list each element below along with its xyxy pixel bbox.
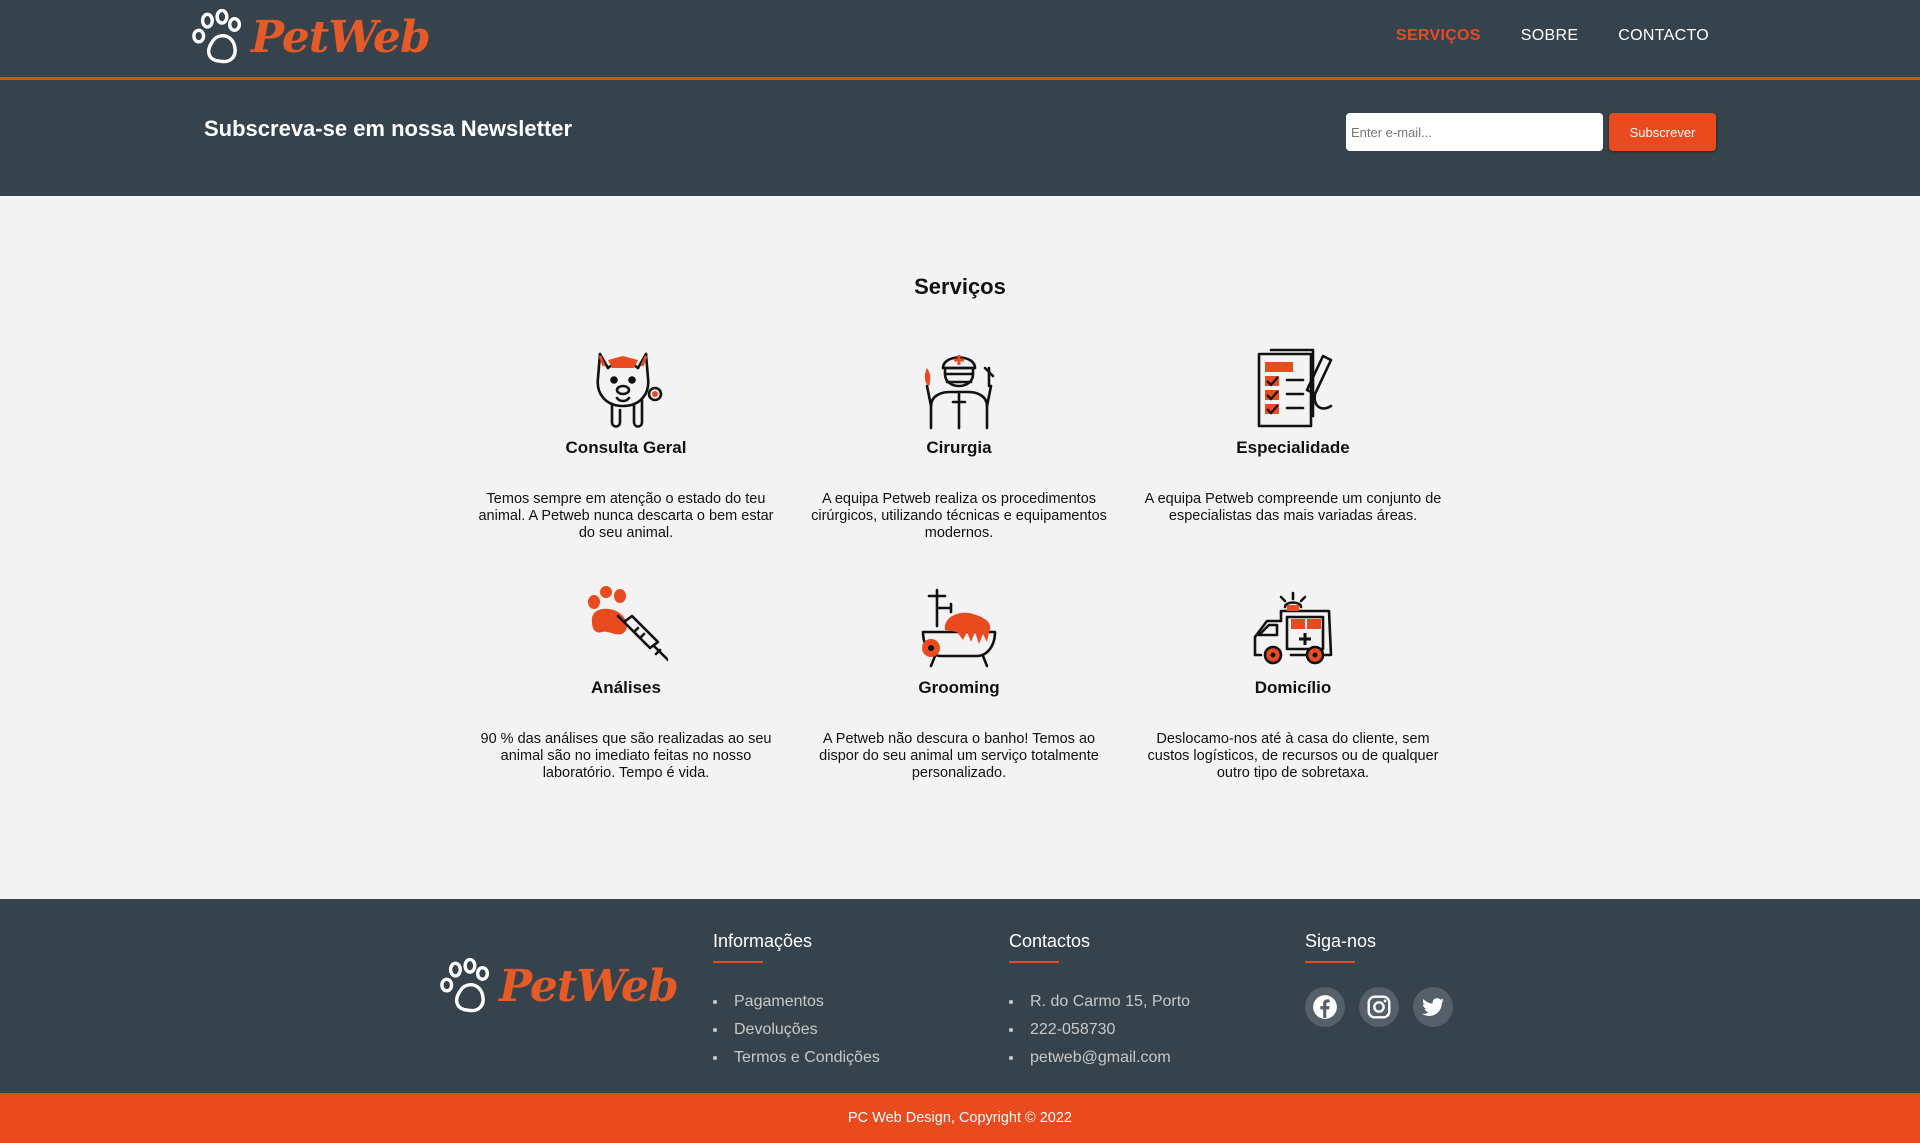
title-underline <box>713 961 763 963</box>
instagram-icon <box>1367 995 1391 1019</box>
service-description: A equipa Petweb realiza os procedimentos… <box>811 491 1107 541</box>
facebook-link[interactable] <box>1305 987 1345 1027</box>
title-underline <box>1009 961 1059 963</box>
footer-logo[interactable]: PetWeb <box>439 958 679 1016</box>
ambulance-icon <box>1253 591 1333 665</box>
nav-sobre[interactable]: SOBRE <box>1521 27 1579 45</box>
social-links <box>1305 987 1453 1027</box>
contact-phone: 222-058730 <box>1009 1016 1190 1044</box>
service-description: Temos sempre em atenção o estado do teu … <box>478 491 774 541</box>
service-description: A Petweb não descura o banho! Temos ao d… <box>819 731 1099 781</box>
footer-contacts-list: R. do Carmo 15, Porto 222-058730 petweb@… <box>1009 988 1190 1072</box>
newsletter-section: Subscreva-se em nossa Newsletter Subscre… <box>0 80 1920 196</box>
service-description: A equipa Petweb compreende um conjunto d… <box>1144 491 1442 524</box>
facebook-icon <box>1313 995 1337 1019</box>
site-header: PetWeb SERVIÇOS SOBRE CONTACTO <box>0 0 1920 80</box>
subscribe-button[interactable]: Subscrever <box>1609 113 1716 151</box>
footer-info-title: Informações <box>713 931 813 951</box>
service-card-especialidade: Especialidade A equipa Petweb compreende… <box>1138 346 1448 525</box>
contact-email: petweb@gmail.com <box>1009 1044 1190 1072</box>
surgeon-icon <box>924 355 995 430</box>
list-item: Pagamentos <box>713 988 880 1016</box>
services-title: Serviços <box>914 274 1006 299</box>
service-name: Análises <box>591 678 661 697</box>
footer-contacts-title: Contactos <box>1009 931 1091 951</box>
newsletter-email-input[interactable] <box>1346 113 1603 151</box>
contact-address: R. do Carmo 15, Porto <box>1009 988 1190 1016</box>
footer-info-list: Pagamentos Devoluções Termos e Condições <box>713 988 880 1072</box>
service-card-consulta-geral: Consulta Geral Temos sempre em atenção o… <box>471 346 781 542</box>
list-item: Termos e Condições <box>713 1044 880 1072</box>
service-name: Consulta Geral <box>565 438 687 457</box>
title-underline <box>1305 961 1355 963</box>
service-card-analises: Análises 90 % das análises que são reali… <box>471 586 781 782</box>
newsletter-title: Subscreva-se em nossa Newsletter <box>204 116 573 141</box>
service-name: Cirurgia <box>926 438 992 457</box>
twitter-link[interactable] <box>1413 987 1453 1027</box>
footer-social-column: Siga-nos <box>1305 931 1453 1027</box>
service-card-domicilio: Domicílio Deslocamo-nos até à casa do cl… <box>1138 586 1448 782</box>
site-footer: PetWeb Informações Pagamentos Devoluções… <box>0 899 1920 1093</box>
twitter-icon <box>1422 998 1444 1016</box>
instagram-link[interactable] <box>1359 987 1399 1027</box>
brand-name: PetWeb <box>499 961 679 1012</box>
footer-link-termos[interactable]: Termos e Condições <box>734 1049 880 1066</box>
brand-name: PetWeb <box>251 12 431 63</box>
footer-contacts-column: Contactos R. do Carmo 15, Porto 222-0587… <box>1009 931 1190 1072</box>
clipboard-checklist-icon <box>1257 348 1333 428</box>
footer-link-pagamentos[interactable]: Pagamentos <box>734 993 824 1010</box>
service-card-cirurgia: Cirurgia A equipa Petweb realiza os proc… <box>804 346 1114 542</box>
footer-info-column: Informações Pagamentos Devoluções Termos… <box>713 931 880 1072</box>
paw-syringe-icon <box>588 586 668 662</box>
dog-stethoscope-icon <box>596 352 663 428</box>
services-section: Serviços Consulta Geral Temos sempre em … <box>0 196 1920 899</box>
service-name: Domicílio <box>1254 678 1332 697</box>
footer-social-title: Siga-nos <box>1305 931 1377 951</box>
service-name: Grooming <box>918 678 1000 697</box>
service-card-grooming: Grooming A Petweb não descura o banho! T… <box>804 586 1114 782</box>
service-name: Especialidade <box>1236 438 1350 457</box>
nav-contacto[interactable]: CONTACTO <box>1618 27 1709 45</box>
footer-link-devolucoes[interactable]: Devoluções <box>734 1021 818 1038</box>
nav-servicos[interactable]: SERVIÇOS <box>1396 27 1481 45</box>
paw-icon <box>192 9 242 64</box>
service-description: Deslocamo-nos até à casa do cliente, sem… <box>1147 731 1439 781</box>
pet-bath-icon <box>921 588 997 668</box>
copyright-bar: PC Web Design, Copyright © 2022 <box>0 1093 1920 1143</box>
main-nav: SERVIÇOS SOBRE CONTACTO <box>1396 27 1709 45</box>
service-description: 90 % das análises que são realizadas ao … <box>480 731 772 781</box>
paw-icon <box>440 958 490 1013</box>
list-item: Devoluções <box>713 1016 880 1044</box>
header-logo[interactable]: PetWeb <box>191 9 431 67</box>
